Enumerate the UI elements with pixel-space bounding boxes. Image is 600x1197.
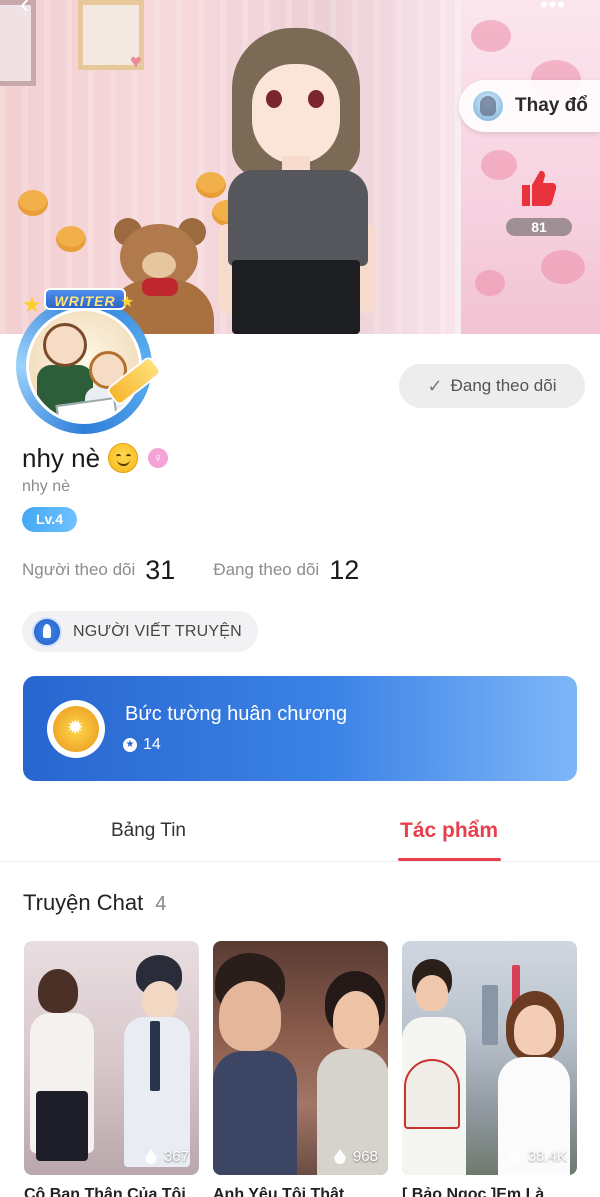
- username: nhy nè: [22, 478, 71, 495]
- flower-deco: [18, 190, 48, 216]
- section-count: 4: [155, 893, 167, 915]
- views-count: 38.4K: [527, 1148, 567, 1165]
- avatar[interactable]: WRITER ★ ★: [4, 288, 161, 436]
- back-arrow-icon[interactable]: ‹: [20, 0, 48, 22]
- outfit-avatar-icon: [471, 89, 505, 123]
- change-outfit-label: Thay đổ: [515, 95, 588, 116]
- follow-stats: Người theo dõi 31 Đang theo dõi 12: [22, 553, 359, 587]
- fire-icon: [508, 1149, 521, 1164]
- badge-star-icon: ★: [123, 738, 137, 752]
- medal-icon: ✹: [47, 700, 105, 758]
- pen-nib-icon: [32, 616, 62, 647]
- tab-feed[interactable]: Bảng Tin: [111, 820, 186, 842]
- story-cover: [24, 941, 199, 1175]
- window-blossom: [455, 0, 600, 334]
- story-card[interactable]: 968: [213, 941, 388, 1175]
- story-views: 367: [144, 1148, 189, 1165]
- story-cover: [213, 941, 388, 1175]
- medal-count: 14: [143, 736, 161, 753]
- smile-emoji-icon: [108, 443, 139, 473]
- medal-wall-title: Bức tường huân chương: [125, 703, 348, 725]
- story-card[interactable]: 367: [24, 941, 199, 1175]
- heart-icon: ♥: [130, 51, 142, 73]
- following-count[interactable]: 12: [329, 555, 359, 586]
- following-button-label: Đang theo dõi: [450, 376, 557, 395]
- level-badge[interactable]: Lv.4: [22, 507, 77, 532]
- role-label: NGƯỜI VIẾT TRUYỆN: [73, 622, 242, 640]
- story-title[interactable]: [ Bảo Ngọc ]Em Là: [402, 1186, 582, 1197]
- story-views: 38.4K: [508, 1148, 567, 1165]
- story-views: 968: [333, 1148, 378, 1165]
- star-icon: ★: [120, 294, 135, 311]
- section-name: Truyện Chat: [23, 890, 144, 915]
- following-label[interactable]: Đang theo dõi: [213, 560, 319, 580]
- followers-count[interactable]: 31: [145, 555, 175, 586]
- avatar-image: [26, 308, 142, 424]
- followers-label[interactable]: Người theo dõi: [22, 560, 135, 580]
- fire-icon: [333, 1149, 346, 1164]
- profile-name-row: nhy nè ♀: [22, 440, 169, 476]
- views-count: 367: [163, 1148, 189, 1165]
- story-cover: [402, 941, 577, 1175]
- following-button[interactable]: ✓ Đang theo dõi: [399, 364, 585, 408]
- profile-tabs: Bảng Tin Tác phẩm: [0, 800, 600, 862]
- star-icon: ★: [22, 292, 42, 317]
- section-header: Truyện Chat 4: [23, 890, 166, 916]
- views-count: 968: [352, 1148, 378, 1165]
- medal-wall-card[interactable]: ✹ Bức tường huân chương ★ 14: [23, 676, 577, 781]
- role-badge[interactable]: NGƯỜI VIẾT TRUYỆN: [22, 611, 258, 652]
- medal-count-row: ★ 14: [123, 736, 161, 754]
- story-title[interactable]: Cô Bạn Thân Của Tôi: [24, 1186, 204, 1197]
- change-outfit-button[interactable]: Thay đổ: [459, 80, 600, 132]
- more-dots-icon[interactable]: •••: [540, 0, 576, 16]
- like-count: 81: [506, 218, 572, 236]
- fire-icon: [144, 1149, 157, 1164]
- check-icon: ✓: [427, 375, 443, 396]
- story-title[interactable]: Anh Yêu Tôi Thật: [213, 1186, 393, 1197]
- writer-badge: WRITER: [44, 288, 126, 310]
- female-gender-icon: ♀: [148, 448, 169, 468]
- cover-banner: ♥ ‹ ••• Thay đổ 81: [0, 0, 600, 334]
- tab-works[interactable]: Tác phẩm: [400, 819, 498, 843]
- character-illustration: [218, 28, 382, 334]
- display-name: nhy nè: [22, 442, 101, 473]
- flower-deco: [56, 226, 86, 252]
- active-tab-indicator: [398, 858, 501, 861]
- thumbs-up-icon[interactable]: [519, 168, 557, 208]
- story-card[interactable]: 38.4K: [402, 941, 577, 1175]
